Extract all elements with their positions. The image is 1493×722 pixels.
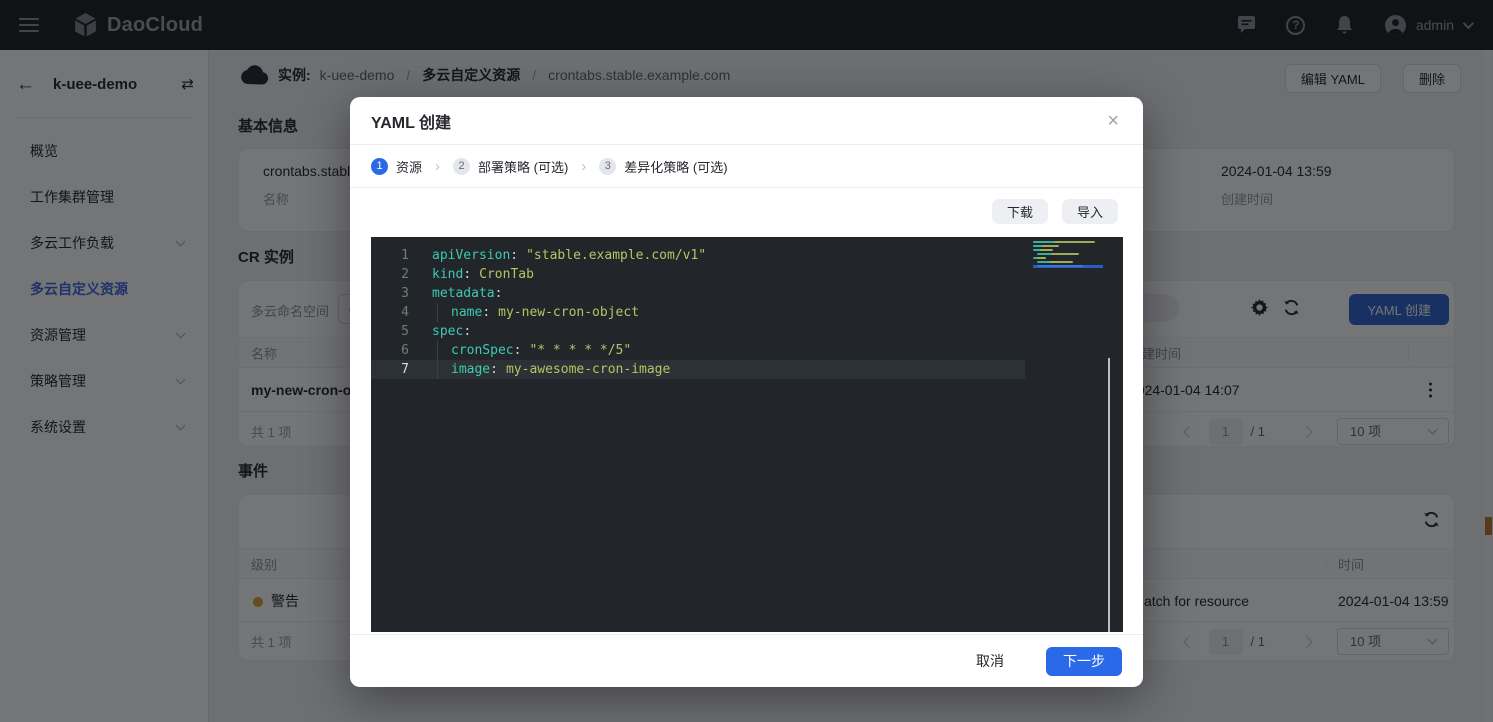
app-root: DaoCloud ? admin ← k-uee-demo ⇄ — [0, 0, 1493, 722]
step-separator-icon: › — [581, 158, 586, 175]
step-separator-icon: › — [435, 158, 440, 175]
minimap-cursor — [1033, 265, 1103, 268]
code-line: 3metadata: — [371, 284, 1025, 303]
step-1-resource[interactable]: 1 资源 — [371, 157, 422, 176]
close-icon[interactable]: × — [1107, 111, 1119, 131]
editor-scrollbar[interactable] — [1108, 358, 1110, 632]
code-line-current: 7image:my-awesome-cron-image — [371, 360, 1025, 379]
modal-title: YAML 创建 — [371, 109, 1107, 133]
yaml-create-modal: YAML 创建 × 1 资源 › 2 部署策略 (可选) › 3 差异化策略 (… — [350, 97, 1143, 687]
next-step-button[interactable]: 下一步 — [1046, 647, 1122, 676]
import-button[interactable]: 导入 — [1062, 199, 1118, 224]
step-2-deploy-policy[interactable]: 2 部署策略 (可选) — [453, 157, 568, 176]
code-line: 1apiVersion:"stable.example.com/v1" — [371, 246, 1025, 265]
step-3-diff-policy[interactable]: 3 差异化策略 (可选) — [599, 157, 727, 176]
download-button[interactable]: 下载 — [992, 199, 1048, 224]
yaml-editor[interactable]: 1apiVersion:"stable.example.com/v1" 2kin… — [371, 237, 1123, 632]
code-line: 5spec: — [371, 322, 1025, 341]
code-line: 6cronSpec:"* * * * */5" — [371, 341, 1025, 360]
code-line: 2kind:CronTab — [371, 265, 1025, 284]
step-indicator: 1 资源 › 2 部署策略 (可选) › 3 差异化策略 (可选) — [350, 145, 1143, 188]
cancel-button[interactable]: 取消 — [976, 651, 1004, 671]
code-line: 4name:my-new-cron-object — [371, 303, 1025, 322]
editor-minimap[interactable] — [1033, 241, 1103, 269]
